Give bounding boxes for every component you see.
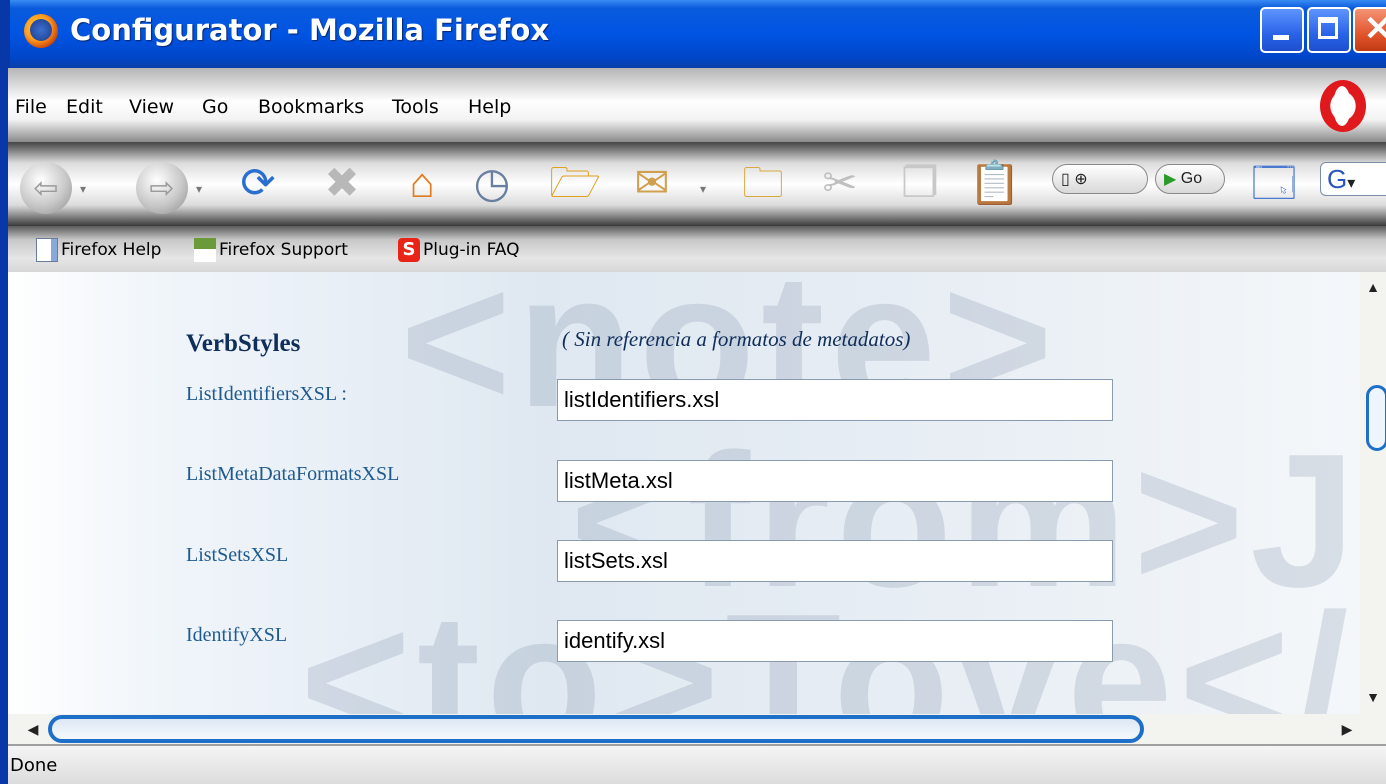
window-title: Configurator - Mozilla Firefox [70, 13, 550, 47]
google-g-icon: G [1327, 164, 1348, 194]
identify-xsl-input[interactable] [557, 620, 1113, 662]
bookmark-label: Firefox Support [219, 240, 348, 260]
forward-dropdown-icon[interactable]: ▾ [196, 182, 202, 196]
listmetadataformats-xsl-input[interactable] [557, 460, 1113, 502]
bookmark-label: Firefox Help [61, 240, 162, 260]
new-tab-icon[interactable]: 🗀 [728, 154, 798, 212]
cut-icon[interactable]: ✂ [810, 154, 870, 212]
bookmark-firefox-help[interactable]: Firefox Help [36, 236, 161, 264]
menu-file[interactable]: File [15, 96, 47, 118]
stop-icon[interactable]: ✖ [312, 154, 372, 212]
close-icon: ✕ [1364, 10, 1386, 48]
reload-icon[interactable]: ⟳ [228, 154, 288, 212]
field-label: ListSetsXSL [186, 544, 289, 566]
scroll-down-icon[interactable]: ▼ [1364, 686, 1382, 708]
vertical-scroll-thumb[interactable] [1366, 385, 1386, 451]
browser-window: Configurator - Mozilla Firefox ✕ File Ed… [0, 0, 1386, 784]
menu-edit[interactable]: Edit [66, 96, 103, 118]
menu-go[interactable]: Go [202, 96, 228, 118]
section-heading: VerbStyles [186, 330, 301, 357]
mail-dropdown-icon[interactable]: ▾ [700, 182, 706, 196]
back-dropdown-icon[interactable]: ▾ [80, 182, 86, 196]
new-window-icon[interactable]: 🗔 [1244, 154, 1304, 212]
bookmark-plugin-faq[interactable]: S Plug-in FAQ [398, 236, 520, 264]
download-icon: ⊕ [1074, 171, 1088, 188]
bookmark-label: Plug-in FAQ [423, 240, 520, 260]
field-label: ListMetaDataFormatsXSL [186, 463, 400, 485]
menu-bookmarks[interactable]: Bookmarks [258, 96, 364, 118]
status-text: Done [10, 755, 58, 776]
status-bar: Done [0, 744, 1386, 784]
search-engine-selector[interactable]: G▾ [1320, 162, 1386, 196]
navigation-toolbar: ⇦ ▾ ⇨ ▾ ⟳ ✖ ⌂ ◷ 🗁 ✉ ▾ 🗀 ✂ ❐ 📋 ▯ ⊕ ▶ Go 🗔… [0, 142, 1386, 226]
throbber-logo-icon [1320, 80, 1366, 132]
mail-icon[interactable]: ✉ [622, 154, 682, 212]
forward-arrow-icon[interactable]: ⇨ [136, 162, 188, 214]
close-button[interactable]: ✕ [1353, 7, 1386, 53]
menu-view[interactable]: View [129, 96, 174, 118]
field-label: ListIdentifiersXSL : [186, 383, 347, 405]
page-icon: ▯ [1061, 171, 1070, 188]
scroll-left-icon[interactable]: ◀ [22, 718, 44, 740]
page-content: <note> <from>Jani< <to>Tove</ VerbStyles… [0, 272, 1360, 714]
go-arrow-icon: ▶ [1164, 171, 1177, 188]
scroll-right-icon[interactable]: ▶ [1336, 718, 1358, 740]
section-note: ( Sin referencia a formatos de metadatos… [562, 327, 911, 351]
go-label: Go [1180, 170, 1203, 187]
window-frame-left [0, 68, 8, 784]
back-arrow-icon[interactable]: ⇦ [20, 162, 72, 214]
paste-icon[interactable]: 📋 [965, 154, 1025, 212]
menu-help[interactable]: Help [468, 96, 511, 118]
bookmark-firefox-support[interactable]: Firefox Support [194, 236, 348, 264]
plugin-icon: S [398, 238, 420, 262]
menu-tools[interactable]: Tools [392, 96, 439, 118]
menu-bar: File Edit View Go Bookmarks Tools Help [0, 68, 1386, 142]
go-button[interactable]: ▶ Go [1155, 164, 1225, 194]
listidentifiers-xsl-input[interactable] [557, 379, 1113, 421]
field-label: IdentifyXSL [186, 624, 288, 646]
search-dropdown-icon: ▾ [1347, 175, 1356, 192]
listsets-xsl-input[interactable] [557, 540, 1113, 582]
open-folder-icon[interactable]: 🗁 [545, 154, 605, 212]
vertical-scrollbar[interactable]: ▲ ▼ [1360, 272, 1386, 714]
history-clock-icon[interactable]: ◷ [462, 154, 522, 212]
download-button[interactable]: ▯ ⊕ [1052, 164, 1148, 194]
horizontal-scroll-thumb[interactable] [48, 715, 1144, 743]
maximize-icon [1318, 17, 1338, 39]
maximize-button[interactable] [1307, 7, 1351, 53]
title-bar: Configurator - Mozilla Firefox ✕ [0, 0, 1386, 68]
bookmarks-toolbar: Firefox Help Firefox Support S Plug-in F… [0, 226, 1386, 272]
scroll-up-icon[interactable]: ▲ [1364, 276, 1382, 298]
firefox-logo-icon [24, 14, 58, 48]
home-icon[interactable]: ⌂ [392, 154, 452, 212]
page-icon [36, 238, 58, 262]
zine-icon [194, 238, 216, 262]
minimize-icon [1273, 35, 1289, 40]
horizontal-scrollbar[interactable]: ◀ ▶ [0, 714, 1386, 744]
copy-icon[interactable]: ❐ [890, 154, 950, 212]
minimize-button[interactable] [1260, 7, 1304, 53]
